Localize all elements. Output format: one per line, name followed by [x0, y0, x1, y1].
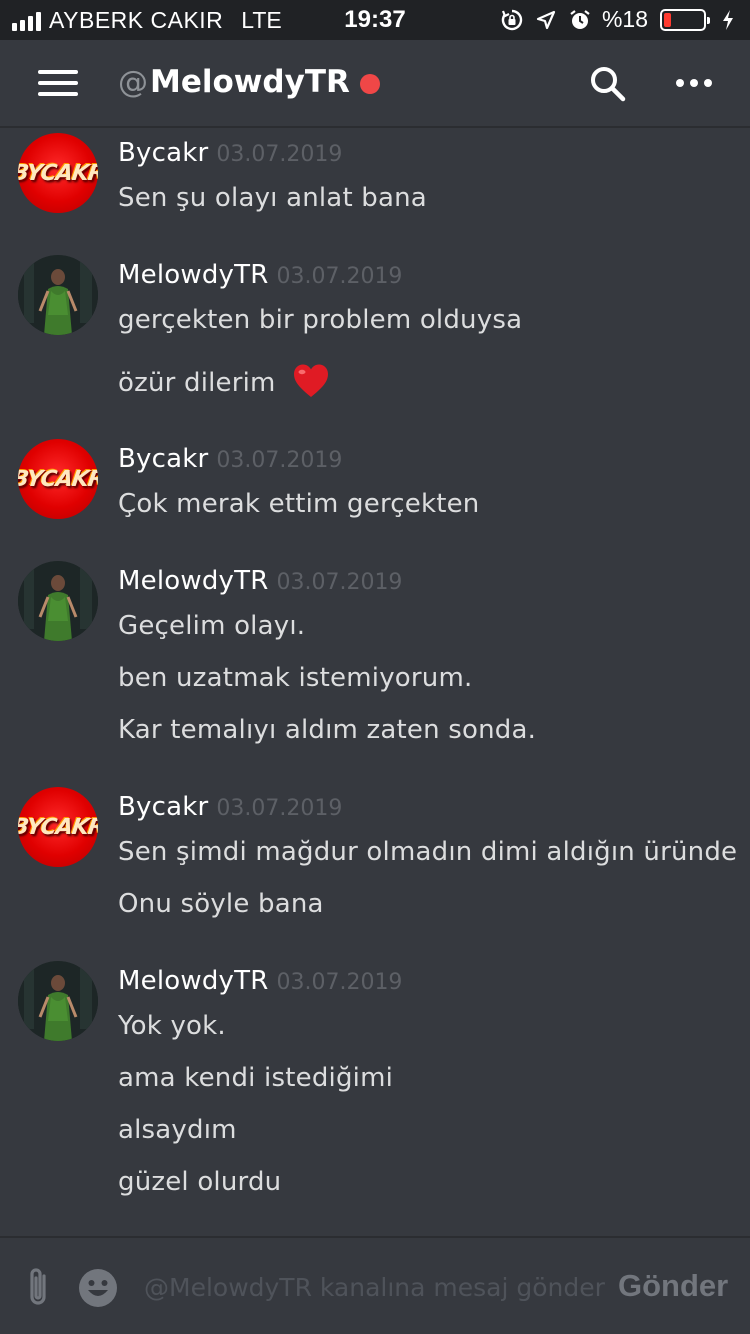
melowdy-avatar[interactable]	[18, 961, 98, 1041]
hamburger-menu-icon[interactable]	[38, 70, 78, 98]
location-arrow-icon	[534, 8, 558, 32]
avatar-logo-text: BYCAKR	[18, 814, 98, 840]
paperclip-icon[interactable]	[22, 1266, 56, 1310]
message-text[interactable]: ben uzatmak istemiyorum.	[118, 663, 472, 693]
message-text[interactable]: alsaydım	[118, 1115, 237, 1145]
avatar-photo	[18, 561, 98, 641]
message-text-with-emoji[interactable]: özür dilerim	[118, 363, 330, 406]
message-header: Bycakr 03.07.2019	[118, 444, 342, 474]
message-text[interactable]: Kar temalıyı aldım zaten sonda.	[118, 715, 536, 745]
at-sign: @	[118, 64, 148, 100]
message-composer: Gönder	[0, 1236, 750, 1334]
channel-name: MelowdyTR	[150, 64, 350, 100]
heart-emoji	[292, 363, 330, 406]
author-name[interactable]: MelowdyTR	[118, 260, 268, 290]
more-options-icon[interactable]	[676, 76, 716, 90]
message-timestamp: 03.07.2019	[276, 570, 403, 595]
message-timestamp: 03.07.2019	[276, 970, 403, 995]
message-text[interactable]: Sen şimdi mağdur olmadın dimi aldığın ür…	[118, 837, 737, 867]
channel-header: @ MelowdyTR	[0, 40, 750, 128]
message-text[interactable]: Sen şu olayı anlat bana	[118, 183, 427, 213]
message-text[interactable]: Yok yok.	[118, 1011, 226, 1041]
author-name[interactable]: MelowdyTR	[118, 566, 268, 596]
status-right: %18	[500, 6, 740, 33]
message-input[interactable]	[140, 1264, 610, 1310]
battery-percent: %18	[601, 6, 648, 32]
avatar-photo	[18, 961, 98, 1041]
alarm-icon	[568, 8, 592, 32]
message-text[interactable]: Çok merak ettim gerçekten	[118, 489, 479, 519]
channel-title: @ MelowdyTR	[118, 64, 380, 100]
message-text[interactable]: ama kendi istediğimi	[118, 1063, 393, 1093]
do-not-disturb-status-dot	[359, 74, 380, 94]
message-header: Bycakr 03.07.2019	[118, 138, 342, 168]
message-text: özür dilerim	[118, 368, 276, 398]
message-timestamp: 03.07.2019	[276, 264, 403, 289]
message-header: Bycakr 03.07.2019	[118, 792, 342, 822]
search-icon[interactable]	[588, 64, 628, 104]
charging-bolt-icon	[716, 8, 740, 32]
bycakr-avatar[interactable]: BYCAKR	[18, 133, 98, 213]
message-text[interactable]: güzel olurdu	[118, 1167, 281, 1197]
melowdy-avatar[interactable]	[18, 255, 98, 335]
author-name[interactable]: Bycakr	[118, 792, 208, 822]
avatar-logo-text: BYCAKR	[18, 466, 98, 492]
message-timestamp: 03.07.2019	[216, 448, 343, 473]
bycakr-avatar[interactable]: BYCAKR	[18, 439, 98, 519]
message-text[interactable]: Geçelim olayı.	[118, 611, 305, 641]
send-button[interactable]: Gönder	[618, 1268, 728, 1304]
message-timestamp: 03.07.2019	[216, 796, 343, 821]
bycakr-avatar[interactable]: BYCAKR	[18, 787, 98, 867]
battery-icon	[660, 8, 710, 31]
message-list[interactable]: BYCAKR Bycakr 03.07.2019 Sen şu olayı an…	[0, 130, 750, 1236]
avatar-logo-text: BYCAKR	[18, 160, 98, 186]
message-header: MelowdyTR 03.07.2019	[118, 260, 402, 290]
rotation-lock-icon	[500, 8, 524, 32]
melowdy-avatar[interactable]	[18, 561, 98, 641]
status-bar: AYBERK CAKIR LTE 19:37 %18	[0, 0, 750, 40]
author-name[interactable]: Bycakr	[118, 138, 208, 168]
message-header: MelowdyTR 03.07.2019	[118, 966, 402, 996]
emoji-icon[interactable]	[78, 1268, 118, 1308]
author-name[interactable]: MelowdyTR	[118, 966, 268, 996]
avatar-photo	[18, 255, 98, 335]
message-text[interactable]: Onu söyle bana	[118, 889, 324, 919]
author-name[interactable]: Bycakr	[118, 444, 208, 474]
message-header: MelowdyTR 03.07.2019	[118, 566, 402, 596]
message-text[interactable]: gerçekten bir problem olduysa	[118, 305, 522, 335]
message-timestamp: 03.07.2019	[216, 142, 343, 167]
